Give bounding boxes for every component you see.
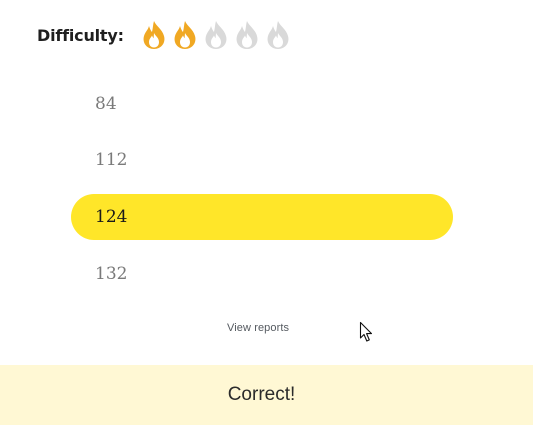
answer-option-2[interactable]: 112	[71, 137, 453, 183]
flame-icon-inactive	[264, 20, 292, 50]
answer-option-label: 84	[95, 94, 117, 114]
flame-icon-inactive	[202, 20, 230, 50]
answer-option-4[interactable]: 132	[71, 251, 453, 297]
flame-icon-inactive	[233, 20, 261, 50]
difficulty-rating: Difficulty:	[37, 16, 295, 54]
mouse-cursor-icon	[359, 321, 373, 342]
answer-option-1[interactable]: 84	[71, 81, 453, 127]
answer-option-label: 112	[95, 150, 128, 170]
feedback-text: Correct!	[227, 384, 296, 405]
feedback-banner: Correct!	[0, 365, 533, 425]
flame-icon-active	[171, 20, 199, 50]
answer-option-label: 132	[95, 264, 128, 284]
answer-option-label: 124	[95, 207, 128, 227]
flame-icon-active	[140, 20, 168, 50]
answer-option-3-selected[interactable]: 124	[71, 194, 453, 240]
difficulty-flames	[140, 20, 295, 50]
view-reports-link[interactable]: View reports	[227, 322, 289, 334]
quiz-page: Difficulty: 84 112 124 132 View reports …	[0, 0, 533, 425]
difficulty-label: Difficulty:	[37, 25, 124, 45]
